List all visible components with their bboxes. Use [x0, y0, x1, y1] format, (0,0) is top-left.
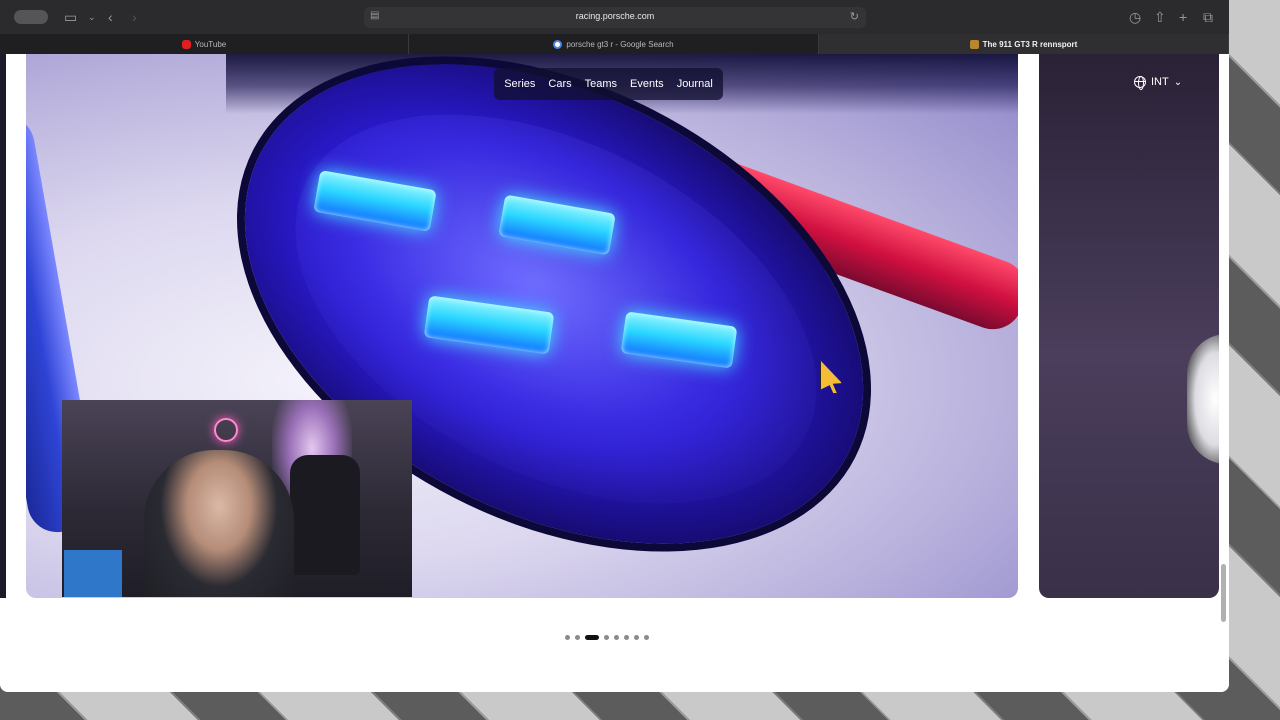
carousel-pagination: [565, 635, 649, 640]
gaming-chair: [290, 455, 360, 575]
nav-teams[interactable]: Teams: [585, 78, 617, 90]
back-icon[interactable]: ‹: [108, 8, 113, 26]
browser-toolbar: ▭ ⌄ ‹ › ▤ racing.porsche.com ↻ ◷ ⇧ + ⧉: [0, 0, 1229, 34]
streamer: [144, 450, 294, 597]
share-icon[interactable]: ⇧: [1154, 8, 1166, 26]
tab-overview-icon[interactable]: ⧉: [1203, 8, 1213, 26]
nav-cars[interactable]: Cars: [548, 78, 571, 90]
carousel-dot[interactable]: [644, 635, 649, 640]
tab-label: porsche gt3 r - Google Search: [566, 39, 674, 49]
globe-icon: [1134, 76, 1146, 90]
carousel-dot[interactable]: [575, 635, 580, 640]
tab-porsche[interactable]: The 911 GT3 R rennsport: [819, 34, 1229, 54]
reload-icon[interactable]: ↻: [850, 10, 859, 23]
neon-sign: [214, 418, 238, 442]
forward-icon[interactable]: ›: [132, 8, 137, 26]
main-nav: Series Cars Teams Events Journal: [494, 68, 723, 100]
language-label: INT: [1151, 76, 1169, 88]
sidebar-icon[interactable]: ▭: [64, 8, 77, 26]
webcam-overlay: [62, 400, 412, 597]
nav-events[interactable]: Events: [630, 78, 664, 90]
next-slide-car: [1187, 334, 1219, 464]
blue-box: [64, 550, 122, 597]
tab-youtube[interactable]: YouTube: [0, 34, 409, 54]
new-tab-icon[interactable]: +: [1179, 8, 1187, 26]
carousel-dot[interactable]: [614, 635, 619, 640]
tab-google-search[interactable]: porsche gt3 r - Google Search: [409, 34, 819, 54]
tab-bar: YouTube porsche gt3 r - Google Search Th…: [0, 34, 1229, 54]
chevron-down-icon: ⌄: [1173, 76, 1183, 88]
previous-slide-card[interactable]: [0, 54, 6, 598]
address-bar[interactable]: ▤ racing.porsche.com ↻: [364, 7, 866, 28]
carousel-dot[interactable]: [634, 635, 639, 640]
vertical-scrollbar[interactable]: [1221, 564, 1226, 622]
porsche-icon: [969, 39, 979, 49]
tab-label: YouTube: [194, 39, 227, 49]
chevron-down-icon[interactable]: ⌄: [88, 8, 96, 26]
carousel-dot[interactable]: [624, 635, 629, 640]
google-icon: [553, 39, 563, 49]
language-selector[interactable]: INT ⌄: [1134, 76, 1183, 90]
nav-series[interactable]: Series: [504, 78, 535, 90]
carousel-dot[interactable]: [604, 635, 609, 640]
window-controls[interactable]: [14, 10, 48, 24]
address-url: racing.porsche.com: [575, 11, 655, 21]
history-icon[interactable]: ◷: [1129, 8, 1141, 26]
carousel-dot-active[interactable]: [585, 635, 599, 640]
next-slide-card[interactable]: [1039, 54, 1219, 598]
nav-journal[interactable]: Journal: [677, 78, 713, 90]
carousel-dot[interactable]: [565, 635, 570, 640]
youtube-icon: [181, 39, 191, 49]
tab-label: The 911 GT3 R rennsport: [982, 39, 1078, 49]
